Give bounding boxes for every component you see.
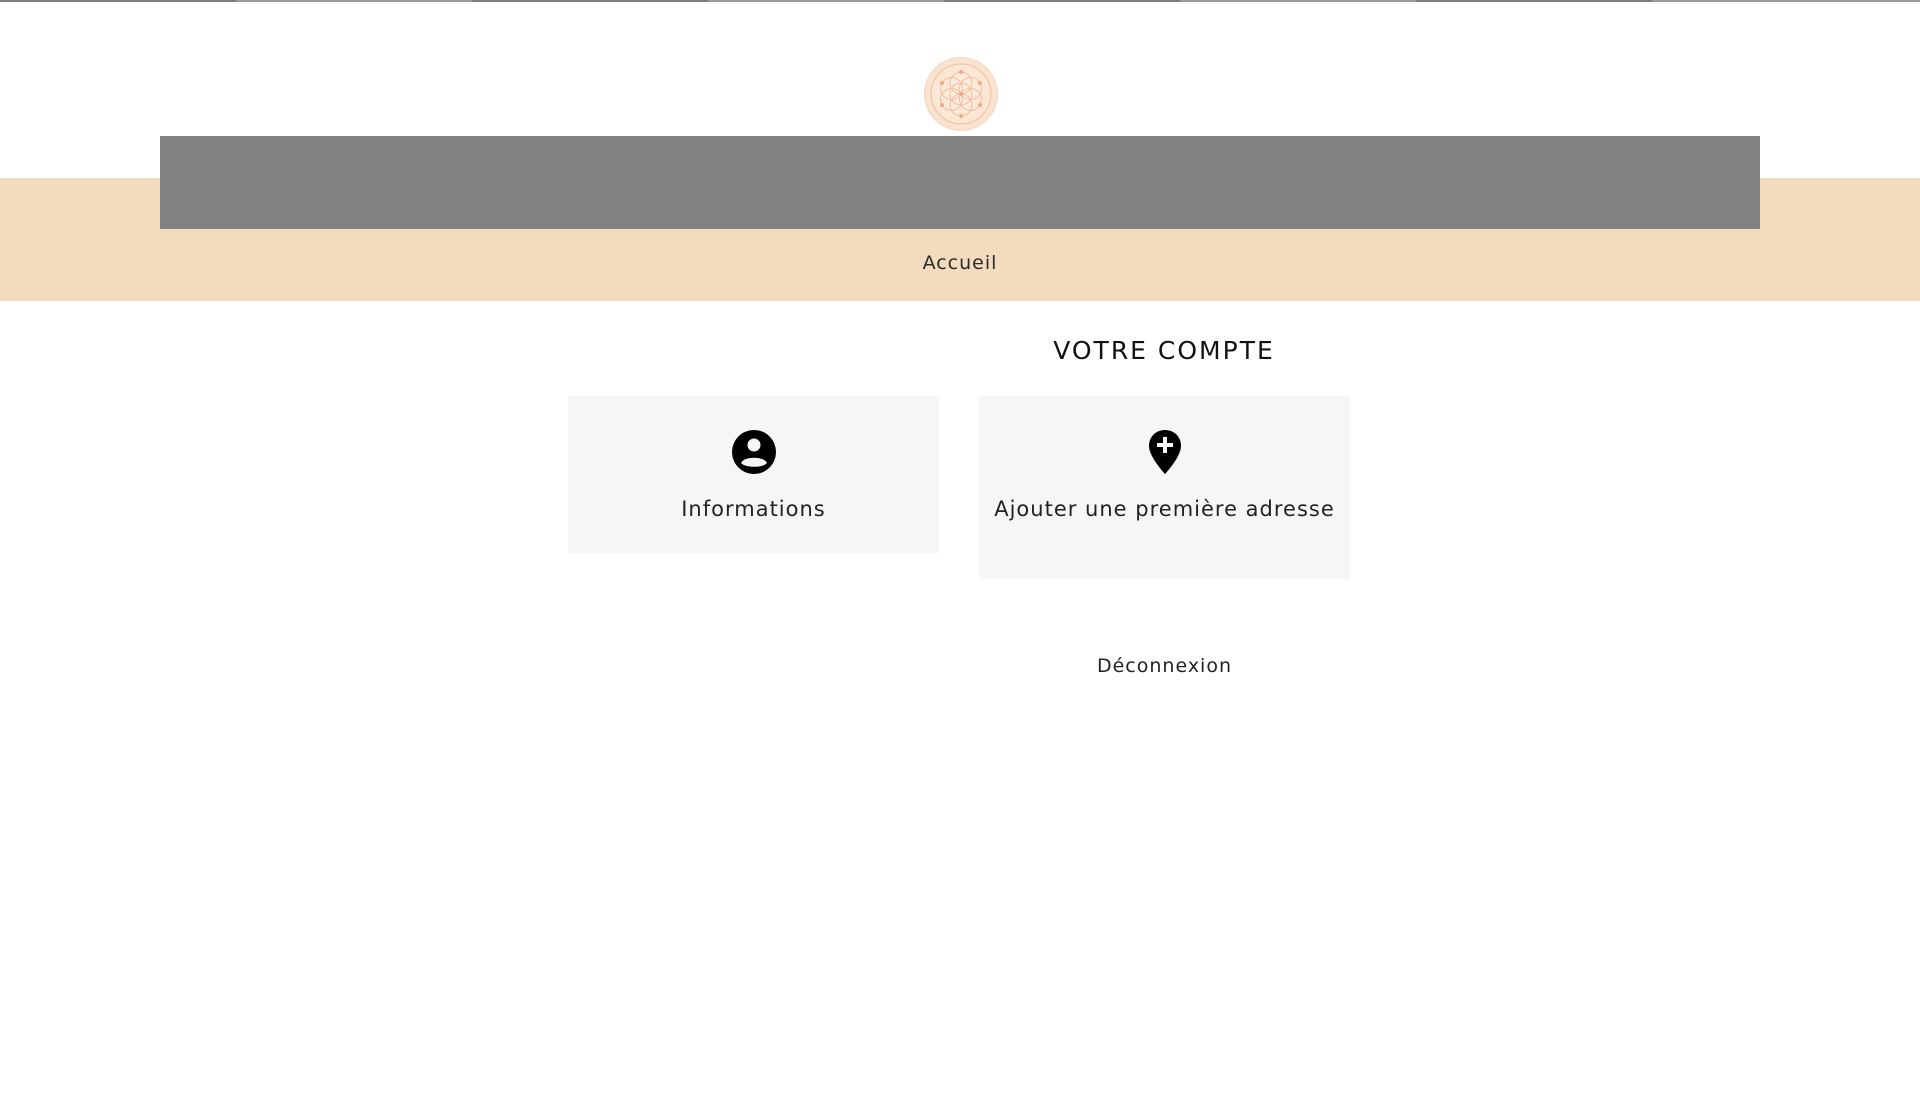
banner-image-placeholder bbox=[160, 136, 1760, 229]
top-border bbox=[0, 0, 1920, 2]
site-logo[interactable] bbox=[924, 57, 998, 131]
add-location-pin-icon bbox=[1148, 430, 1181, 474]
page: Accueil VOTRE COMPTE Informations Ajoute… bbox=[0, 0, 1920, 1118]
flower-of-life-icon bbox=[930, 63, 992, 125]
breadcrumb-home-link[interactable]: Accueil bbox=[923, 252, 998, 274]
account-circle-icon bbox=[731, 430, 776, 474]
card-label: Informations bbox=[681, 497, 826, 521]
page-title: VOTRE COMPTE bbox=[1053, 336, 1275, 365]
add-first-address-card[interactable]: Ajouter une première adresse bbox=[979, 396, 1350, 579]
card-label: Ajouter une première adresse bbox=[994, 497, 1335, 521]
logout-link[interactable]: Déconnexion bbox=[979, 655, 1350, 677]
account-informations-card[interactable]: Informations bbox=[568, 396, 939, 553]
breadcrumb: Accueil bbox=[0, 252, 1920, 274]
